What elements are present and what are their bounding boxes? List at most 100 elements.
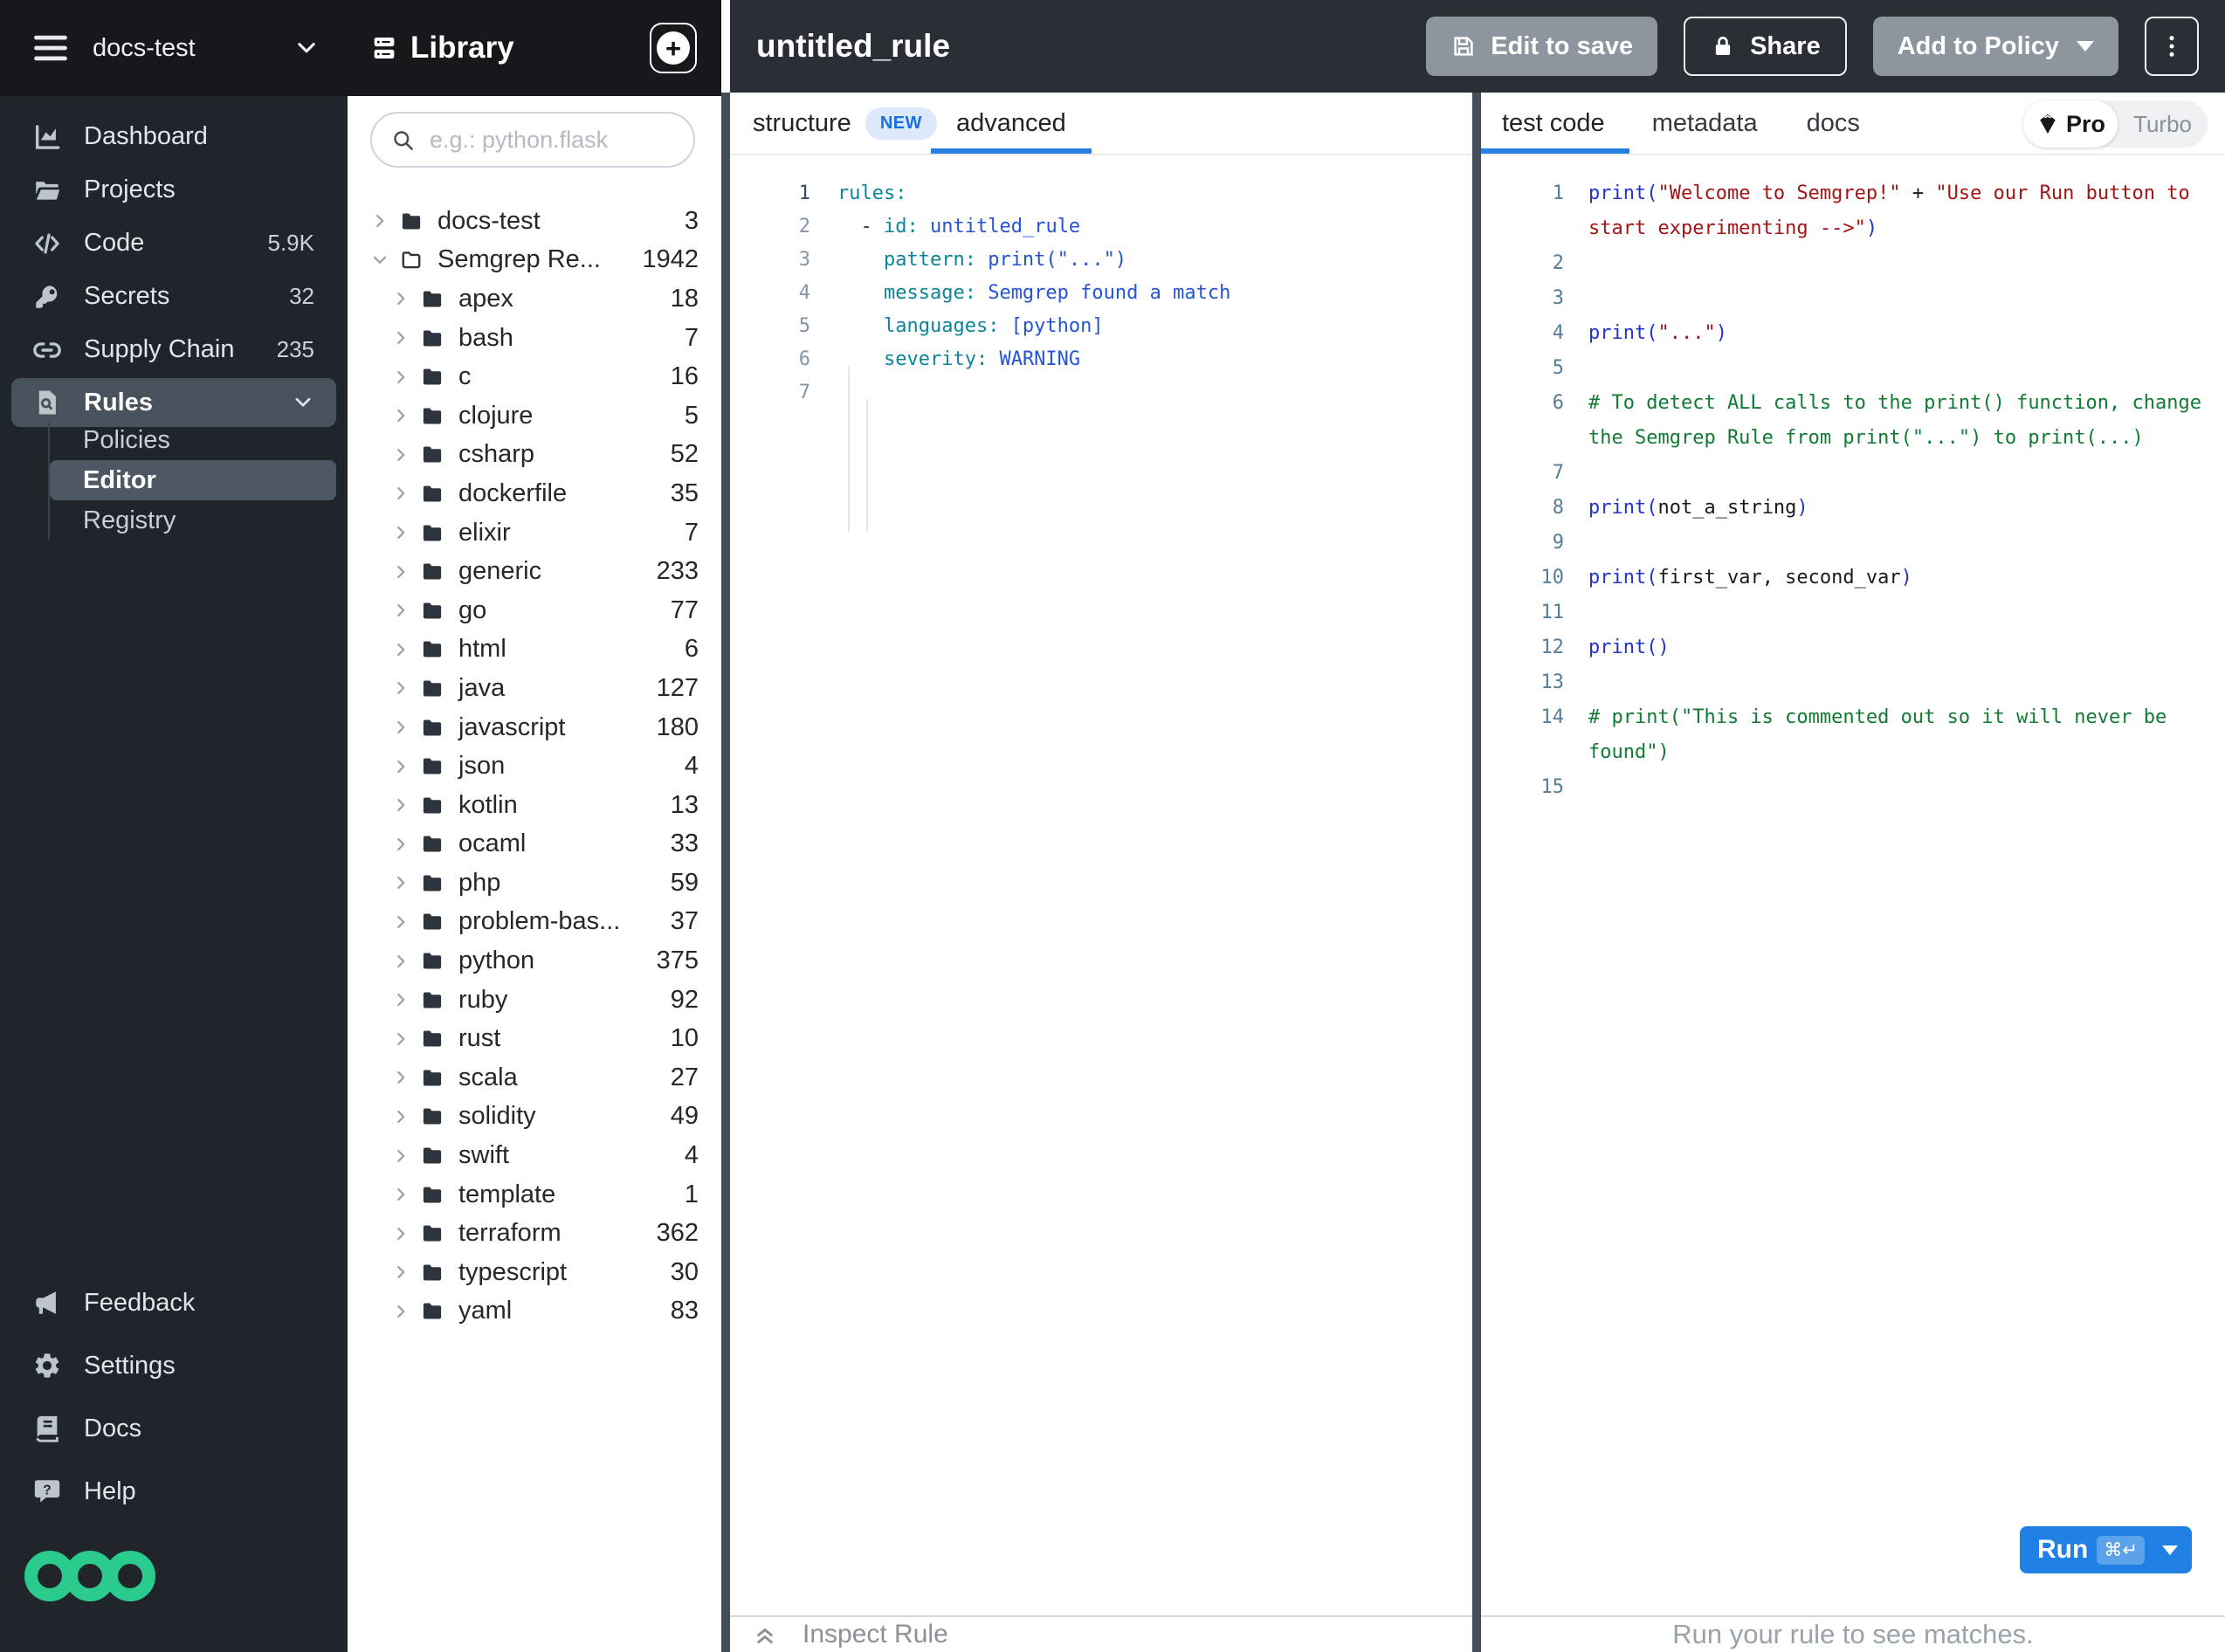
tree-row-csharp[interactable]: csharp 52	[348, 436, 721, 475]
tree-row-solidity[interactable]: solidity 49	[348, 1098, 721, 1137]
tree-row-docs-test[interactable]: docs-test 3	[348, 202, 721, 241]
tree-row-ocaml[interactable]: ocaml 33	[348, 825, 721, 864]
chevron-right-icon[interactable]	[391, 562, 410, 582]
rule-yaml-editor[interactable]: 1 rules: 2 - id: untitled_rule 3 pattern: p…	[730, 155, 1472, 1615]
tree-row-SemgrepRe[interactable]: Semgrep Re... 1942	[348, 241, 721, 280]
chevron-right-icon[interactable]	[391, 795, 410, 815]
sidebar-item-editor[interactable]: Editor	[50, 460, 336, 500]
tree-row-go[interactable]: go 77	[348, 591, 721, 630]
tree-row-elixir[interactable]: elixir 7	[348, 513, 721, 553]
edit-to-save-button[interactable]: Edit to save	[1426, 17, 1658, 76]
sidebar-item-projects[interactable]: Projects	[0, 163, 348, 217]
chevron-right-icon[interactable]	[391, 1029, 410, 1049]
chevron-right-icon[interactable]	[391, 406, 410, 425]
sidebar-item-code[interactable]: Code 5.9K	[0, 217, 348, 270]
chevron-down-icon[interactable]	[370, 251, 389, 270]
add-to-policy-button[interactable]: Add to Policy	[1872, 17, 2118, 76]
chevron-right-icon[interactable]	[391, 640, 410, 659]
tree-row-apex[interactable]: apex 18	[348, 279, 721, 319]
run-button[interactable]: Run ⌘↵	[2020, 1526, 2192, 1573]
chevron-right-icon[interactable]	[391, 328, 410, 348]
tree-row-yaml[interactable]: yaml 83	[348, 1292, 721, 1332]
sidebar-item-secrets[interactable]: Secrets 32	[0, 270, 348, 323]
tree-row-terraform[interactable]: terraform 362	[348, 1214, 721, 1253]
tree-row-php[interactable]: php 59	[348, 864, 721, 903]
line-number: 3	[798, 249, 810, 271]
code-line: 6 # To detect ALL calls to the print() fu…	[1481, 386, 2225, 456]
tree-row-rust[interactable]: rust 10	[348, 1019, 721, 1058]
tab-metadata[interactable]: metadata	[1652, 109, 1758, 138]
new-rule-button[interactable]: +	[650, 23, 697, 73]
tab-test-code[interactable]: test code	[1502, 109, 1605, 138]
sidebar-item-supply-chain[interactable]: Supply Chain 235	[0, 323, 348, 376]
tree-row-python[interactable]: python 375	[348, 941, 721, 981]
chevron-right-icon[interactable]	[391, 1224, 410, 1243]
tree-row-generic[interactable]: generic 233	[348, 552, 721, 591]
panel-divider[interactable]	[1472, 93, 1481, 1652]
sidebar-item-feedback[interactable]: Feedback	[0, 1271, 348, 1334]
chevron-right-icon[interactable]	[370, 211, 389, 231]
chevron-right-icon[interactable]	[391, 1185, 410, 1204]
tree-row-kotlin[interactable]: kotlin 13	[348, 786, 721, 825]
chevron-right-icon[interactable]	[391, 1146, 410, 1166]
chevron-right-icon[interactable]	[391, 1107, 410, 1126]
sidebar-item-settings[interactable]: Settings	[0, 1334, 348, 1397]
tree-row-c[interactable]: c 16	[348, 357, 721, 396]
chevron-right-icon[interactable]	[391, 835, 410, 854]
chevron-right-icon[interactable]	[391, 678, 410, 698]
line-number: 3	[1552, 287, 1564, 309]
chevron-right-icon[interactable]	[391, 601, 410, 620]
tree-row-scala[interactable]: scala 27	[348, 1058, 721, 1098]
chevron-right-icon[interactable]	[391, 484, 410, 503]
tree-row-dockerfile[interactable]: dockerfile 35	[348, 474, 721, 513]
chevron-right-icon[interactable]	[391, 289, 410, 308]
chevron-down-icon[interactable]	[293, 35, 320, 61]
chevron-right-icon[interactable]	[391, 368, 410, 387]
tree-row-json[interactable]: json 4	[348, 747, 721, 786]
tree-row-clojure[interactable]: clojure 5	[348, 396, 721, 436]
tree-row-bash[interactable]: bash 7	[348, 319, 721, 358]
sidebar-item-docs[interactable]: Docs	[0, 1397, 348, 1460]
panel-divider[interactable]	[721, 93, 730, 1652]
library-search[interactable]	[370, 112, 695, 168]
tree-row-template[interactable]: template 1	[348, 1175, 721, 1215]
tree-row-swift[interactable]: swift 4	[348, 1136, 721, 1175]
tab-structure[interactable]: structure	[753, 109, 851, 138]
tree-row-problem-bas[interactable]: problem-bas... 37	[348, 903, 721, 942]
share-button[interactable]: Share	[1684, 17, 1847, 76]
rule-tree: docs-test 3 Semgrep Re... 1942 apex 18 bash 7 c 1…	[348, 202, 721, 1331]
sidebar-item-policies[interactable]: Policies	[0, 420, 348, 460]
more-options-button[interactable]	[2145, 17, 2199, 76]
tab-advanced[interactable]: advanced	[956, 109, 1066, 138]
chevron-right-icon[interactable]	[391, 873, 410, 892]
chevron-right-icon[interactable]	[391, 523, 410, 542]
run-dropdown-caret[interactable]	[2162, 1545, 2178, 1555]
org-switcher[interactable]: docs-test	[0, 0, 348, 96]
chevron-right-icon[interactable]	[391, 1068, 410, 1087]
sidebar-item-registry[interactable]: Registry	[0, 500, 348, 540]
chevron-right-icon[interactable]	[391, 1263, 410, 1282]
test-code-editor[interactable]: 1 print("Welcome to Semgrep!" + "Use our …	[1481, 155, 2225, 1615]
chevron-right-icon[interactable]	[391, 952, 410, 971]
tree-row-javascript[interactable]: javascript 180	[348, 708, 721, 747]
chevron-right-icon[interactable]	[391, 1302, 410, 1321]
chevron-right-icon[interactable]	[391, 757, 410, 776]
tree-row-java[interactable]: java 127	[348, 669, 721, 708]
tree-row-ruby[interactable]: ruby 92	[348, 981, 721, 1020]
inspect-rule-bar[interactable]: Inspect Rule	[730, 1615, 1472, 1652]
tree-row-typescript[interactable]: typescript 30	[348, 1253, 721, 1292]
tab-docs[interactable]: docs	[1807, 109, 1860, 138]
tree-row-html[interactable]: html 6	[348, 630, 721, 670]
engine-toggle[interactable]: Pro Turbo	[2023, 100, 2208, 148]
org-name[interactable]: docs-test	[93, 34, 196, 63]
search-input[interactable]	[428, 125, 674, 155]
chevron-right-icon[interactable]	[391, 445, 410, 465]
hamburger-icon[interactable]	[31, 29, 70, 67]
sidebar-item-dashboard[interactable]: Dashboard	[0, 110, 348, 163]
engine-option-pro[interactable]: Pro	[2023, 100, 2118, 148]
chevron-right-icon[interactable]	[391, 912, 410, 932]
engine-option-turbo[interactable]: Turbo	[2118, 111, 2208, 138]
chevron-right-icon[interactable]	[391, 718, 410, 737]
chevron-right-icon[interactable]	[391, 990, 410, 1009]
sidebar-item-help[interactable]: ? Help	[0, 1460, 348, 1523]
